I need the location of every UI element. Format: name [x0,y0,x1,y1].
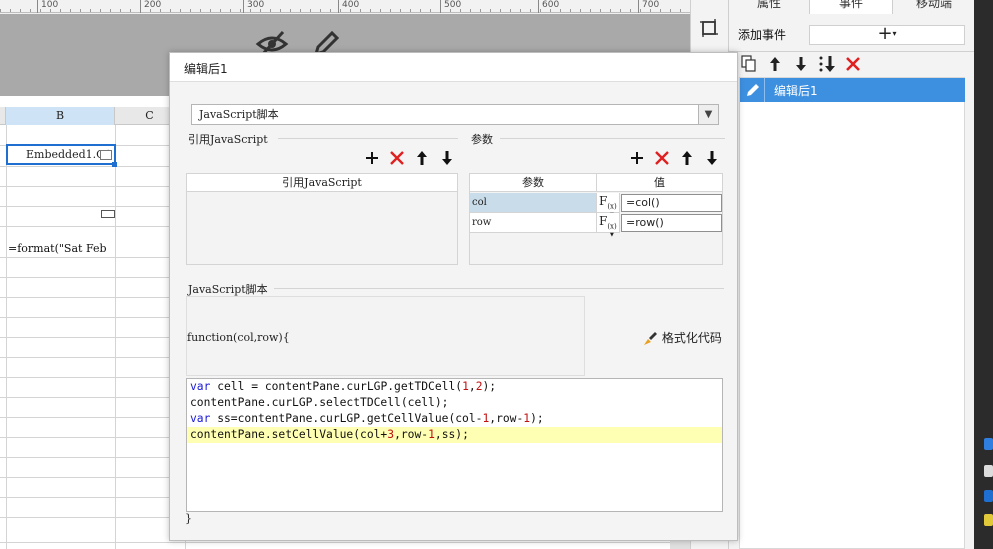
brush-icon [644,331,657,345]
ruler-tick: 700 [638,0,659,13]
move-to-bottom-icon[interactable] [817,54,837,74]
param-row-row[interactable]: row F(x) ▼ =row() [470,213,723,238]
chevron-down-icon: ▾ [892,29,897,38]
delete-icon[interactable] [843,54,863,74]
add-event-button[interactable]: +▾ [809,25,965,45]
code-line: var ss=contentPane.curLGP.getCellValue(c… [190,412,544,425]
tray-icon[interactable] [984,438,993,450]
cell-widget-icon [101,210,115,218]
ruler-tick: 300 [243,0,264,13]
ruler-tick: 400 [338,0,359,13]
code-editor[interactable]: var cell = contentPane.curLGP.getTDCell(… [186,378,723,512]
embedded-widget-icon [100,150,112,160]
chevron-down-icon[interactable]: ▼ [698,105,718,124]
tab-events[interactable]: 事件 [809,0,893,14]
param-name[interactable]: row [470,213,597,233]
add-icon[interactable] [628,149,646,167]
arrow-up-icon[interactable] [413,149,431,167]
code-line: var cell = contentPane.curLGP.getTDCell(… [190,380,497,393]
column-header-b[interactable]: B [6,107,115,125]
arrow-up-icon[interactable] [678,149,696,167]
event-list[interactable]: 编辑后1 [739,77,965,549]
ruler-tick: 200 [140,0,161,13]
frame-icon[interactable] [700,19,718,37]
format-formula-cell[interactable]: =format("Sat Feb [8,242,107,255]
tray-icon[interactable] [984,465,993,477]
param-row-col[interactable]: col F(x)▼ =col() [470,193,723,218]
grid-line [6,125,7,549]
format-code-button[interactable]: 格式化代码 [642,329,722,347]
right-side-panel: 属性 事件 移动端 添加事件 +▾ 编辑后1 [728,0,975,549]
arrow-down-icon[interactable] [791,54,811,74]
param-name[interactable]: col [470,193,597,213]
selected-cell-b2[interactable]: Embedded1.G( [6,144,116,165]
arrow-down-icon[interactable] [703,149,721,167]
dialog-title: 编辑后1 [170,53,737,82]
edit-event-icon [740,78,765,102]
grid-line [115,125,116,549]
ruler-tick: 100 [37,0,58,13]
param-value-input[interactable]: =row() [621,214,722,232]
divider [729,51,975,52]
delete-icon[interactable] [388,149,406,167]
ref-js-table[interactable]: 引用JavaScript [186,173,458,265]
horizontal-ruler: 100 200 300 400 500 600 700 [0,0,690,13]
divider [500,138,725,139]
format-code-label: 格式化代码 [661,331,722,345]
grid-line [0,542,690,543]
script-type-value: JavaScript脚本 [199,108,279,121]
ref-js-section-title: 引用JavaScript [188,133,268,146]
tray-icon[interactable] [984,490,993,502]
tray-icon[interactable] [984,514,993,526]
event-name: 编辑后1 [774,84,818,98]
delete-icon[interactable] [653,149,671,167]
formula-button[interactable]: F(x)▼ [597,193,620,218]
plus-icon: + [877,23,893,44]
tab-properties[interactable]: 属性 [729,0,809,14]
params-table: 参数 值 col F(x)▼ =col() row F(x)▼ =row() [469,173,723,265]
add-icon[interactable] [363,149,381,167]
tab-mobile[interactable]: 移动端 [893,0,975,14]
ruler-tick: 500 [440,0,461,13]
add-event-label: 添加事件 [738,28,787,42]
screen-edge-strip [974,0,993,549]
edit-event-dialog: 编辑后1 JavaScript脚本 ▼ 引用JavaScript 引用JavaS… [169,52,738,541]
code-line: contentPane.curLGP.selectTDCell(cell); [190,396,449,409]
script-type-select[interactable]: JavaScript脚本 ▼ [191,104,719,125]
script-section-title: JavaScript脚本 [188,283,268,296]
function-closing-brace: } [185,512,192,525]
arrow-down-icon[interactable] [438,149,456,167]
panel-tabs: 属性 事件 移动端 [729,0,975,14]
event-list-item-selected[interactable]: 编辑后1 [740,78,965,102]
cell-formula-text: Embedded1.G( [26,148,110,161]
params-section-title: 参数 [471,133,493,146]
divider [278,138,458,139]
copy-icon[interactable] [739,54,759,74]
param-value-input[interactable]: =col() [621,194,722,212]
params-column-value: 值 [597,174,723,192]
arrow-up-icon[interactable] [765,54,785,74]
code-line-current: contentPane.setCellValue(col+3,row-1,ss)… [187,427,722,443]
function-signature: function(col,row){ [187,331,290,344]
fill-handle[interactable] [112,162,117,167]
divider [274,288,724,289]
ref-js-column-header: 引用JavaScript [187,174,458,192]
formula-button[interactable]: F(x)▼ [597,213,620,238]
ruler-tick: 600 [538,0,559,13]
params-column-name: 参数 [470,174,597,192]
